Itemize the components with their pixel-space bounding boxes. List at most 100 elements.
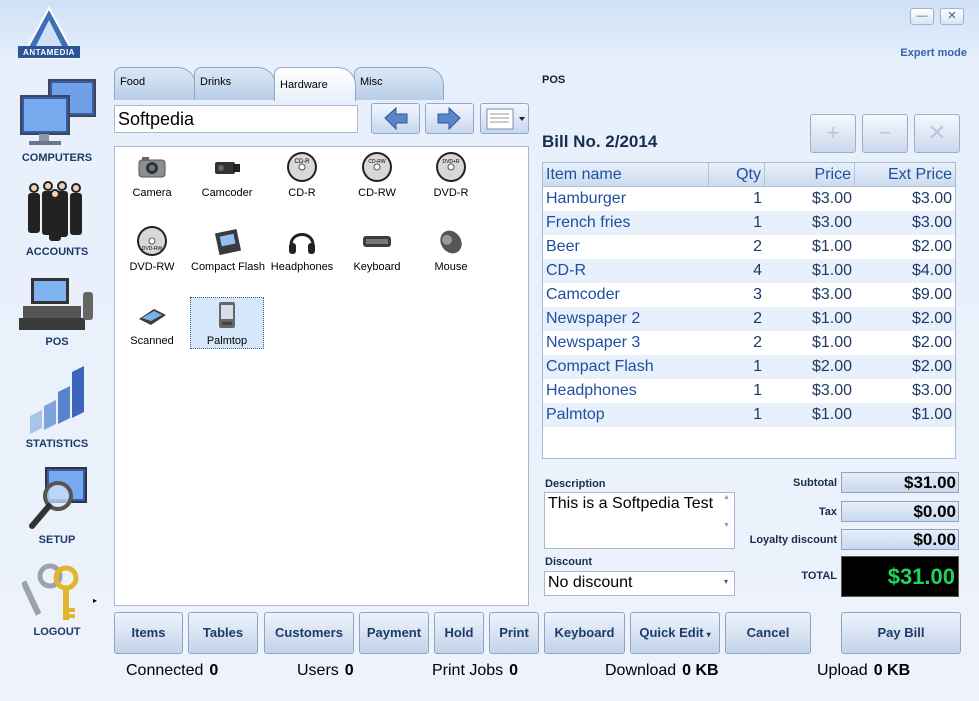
view-options-button[interactable]: [480, 103, 529, 134]
search-input[interactable]: Softpedia: [114, 105, 358, 133]
nav-computers[interactable]: COMPUTERS: [8, 78, 106, 164]
logout-expand-icon[interactable]: ▸: [93, 596, 97, 605]
product-compact-flash[interactable]: Compact Flash: [191, 225, 265, 273]
column-header[interactable]: Price: [765, 163, 855, 186]
column-header[interactable]: Qty: [709, 163, 765, 186]
table-row[interactable]: Beer 2 $1.00 $2.00: [543, 235, 955, 259]
product-camera[interactable]: Camera: [116, 151, 188, 199]
loyalty-discount-value: $0.00: [841, 529, 959, 550]
product-cd-rw[interactable]: CD-RW CD-RW: [341, 151, 413, 199]
scanner-icon: [139, 309, 166, 325]
column-header[interactable]: Item name: [543, 163, 709, 186]
description-label: Description: [545, 478, 606, 490]
product-keyboard[interactable]: Keyboard: [341, 225, 413, 273]
nav-label: POS: [45, 336, 69, 348]
product-scanned[interactable]: Scanned: [116, 299, 188, 347]
status-value: 0: [209, 662, 219, 679]
tab-hardware[interactable]: Hardware: [274, 67, 356, 101]
table-row[interactable]: Camcoder 3 $3.00 $9.00: [543, 283, 955, 307]
expert-mode-link[interactable]: Expert mode: [900, 47, 967, 59]
status-upload: Upload 0 KB: [817, 662, 910, 680]
previous-button[interactable]: [371, 103, 420, 134]
nav-accounts[interactable]: ACCOUNTS: [8, 178, 106, 258]
column-header[interactable]: Ext Price: [855, 163, 955, 186]
table-row[interactable]: Headphones 1 $3.00 $3.00: [543, 379, 955, 403]
table-row[interactable]: Newspaper 3 2 $1.00 $2.00: [543, 331, 955, 355]
discount-label: Discount: [545, 556, 593, 568]
status-download: Download 0 KB: [605, 662, 719, 680]
minus-icon: −: [878, 120, 892, 145]
product-cd-r[interactable]: CD-R CD-R: [266, 151, 338, 199]
accounts-icon: [28, 181, 82, 241]
status-value: 0 KB: [873, 662, 911, 679]
product-label: Camera: [132, 187, 172, 199]
tab-drinks[interactable]: Drinks: [194, 67, 276, 100]
product-headphones[interactable]: Headphones: [266, 225, 338, 273]
table-row[interactable]: Hamburger 1 $3.00 $3.00: [543, 187, 955, 211]
quick-edit-button[interactable]: Quick Edit ▾: [630, 612, 720, 654]
table-row[interactable]: CD-R 4 $1.00 $4.00: [543, 259, 955, 283]
item-price: $3.00: [811, 214, 852, 231]
product-label: Scanned: [130, 335, 174, 347]
status-print-jobs: Print Jobs 0: [432, 662, 518, 680]
mouse-icon: [440, 230, 462, 254]
nav-label: ACCOUNTS: [25, 246, 89, 258]
payment-button[interactable]: Payment: [359, 612, 429, 654]
compact-flash-icon: [214, 228, 242, 256]
item-ext-price: $3.00: [911, 190, 952, 207]
loyalty-discount-label: Loyalty discount: [749, 534, 837, 546]
item-price: $1.00: [811, 262, 852, 279]
item-name: Compact Flash: [546, 358, 654, 375]
product-palmtop[interactable]: Palmtop: [190, 297, 264, 349]
customers-button[interactable]: Customers: [264, 612, 354, 654]
nav-logout[interactable]: LOGOUT: [8, 562, 106, 638]
remove-item-button[interactable]: −: [862, 114, 908, 153]
nav-label: LOGOUT: [33, 626, 81, 638]
chevron-down-icon: ▾: [706, 630, 711, 639]
item-name: Beer: [546, 238, 580, 255]
status-label: Print Jobs: [432, 662, 504, 679]
list-view-icon: [486, 108, 525, 130]
pay-bill-button[interactable]: Pay Bill: [841, 612, 961, 654]
keyboard-icon: [363, 236, 391, 247]
table-row[interactable]: Palmtop 1 $1.00 $1.00: [543, 403, 955, 427]
cd-icon: CD-RW: [362, 152, 392, 182]
item-ext-price: $4.00: [911, 262, 952, 279]
hold-button[interactable]: Hold: [434, 612, 484, 654]
nav-statistics[interactable]: STATISTICS: [8, 366, 106, 450]
palmtop-icon: [219, 302, 235, 328]
nav-setup[interactable]: SETUP: [8, 466, 106, 546]
product-label: DVD-RW: [129, 261, 175, 273]
discount-select[interactable]: No discount ▾: [544, 571, 735, 596]
item-price: $3.00: [811, 190, 852, 207]
description-field[interactable]: This is a Softpedia Test ▲ ▼: [544, 492, 735, 549]
items-button[interactable]: Items: [114, 612, 183, 654]
cancel-button[interactable]: Cancel: [725, 612, 811, 654]
keys-icon: [22, 563, 79, 620]
item-price: $1.00: [811, 334, 852, 351]
product-dvd-r[interactable]: DVD+R DVD-R: [415, 151, 487, 199]
close-window-button[interactable]: ✕: [940, 8, 964, 25]
tab-misc[interactable]: Misc: [354, 67, 444, 100]
next-button[interactable]: [425, 103, 474, 134]
product-mouse[interactable]: Mouse: [415, 225, 487, 273]
chevron-down-icon: ▾: [723, 577, 728, 586]
product-label: Palmtop: [206, 335, 248, 347]
delete-item-button[interactable]: ✕: [914, 114, 960, 153]
table-row[interactable]: Newspaper 2 2 $1.00 $2.00: [543, 307, 955, 331]
product-dvd-rw[interactable]: DVD-RW DVD-RW: [116, 225, 188, 273]
nav-label: STATISTICS: [25, 438, 89, 450]
status-value: 0: [509, 662, 519, 679]
tab-food[interactable]: Food: [114, 67, 196, 100]
print-button[interactable]: Print: [489, 612, 539, 654]
product-camcoder[interactable]: Camcoder: [191, 151, 263, 199]
tables-button[interactable]: Tables: [188, 612, 258, 654]
table-row[interactable]: French fries 1 $3.00 $3.00: [543, 211, 955, 235]
camcorder-icon: [215, 162, 240, 174]
nav-pos[interactable]: POS: [8, 276, 106, 348]
add-item-button[interactable]: +: [810, 114, 856, 153]
keyboard-button[interactable]: Keyboard: [544, 612, 625, 654]
minimize-button[interactable]: —: [910, 8, 934, 25]
table-row[interactable]: Compact Flash 1 $2.00 $2.00: [543, 355, 955, 379]
item-ext-price: $3.00: [911, 382, 952, 399]
